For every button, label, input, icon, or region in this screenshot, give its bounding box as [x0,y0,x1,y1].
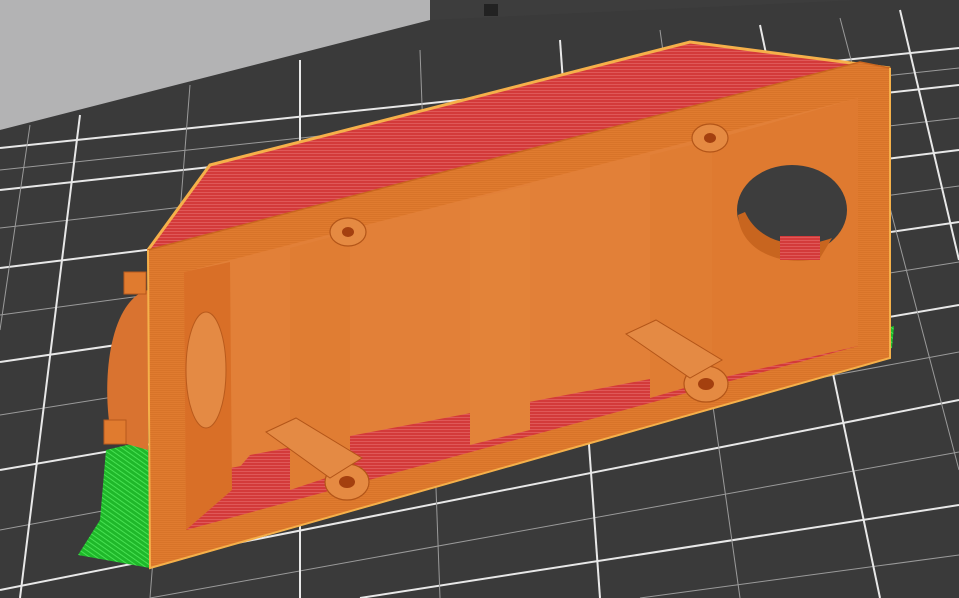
3d-preview-viewport[interactable] [0,0,959,598]
slice-preview-canvas[interactable] [0,0,959,598]
bed-edge-marker [484,4,498,16]
